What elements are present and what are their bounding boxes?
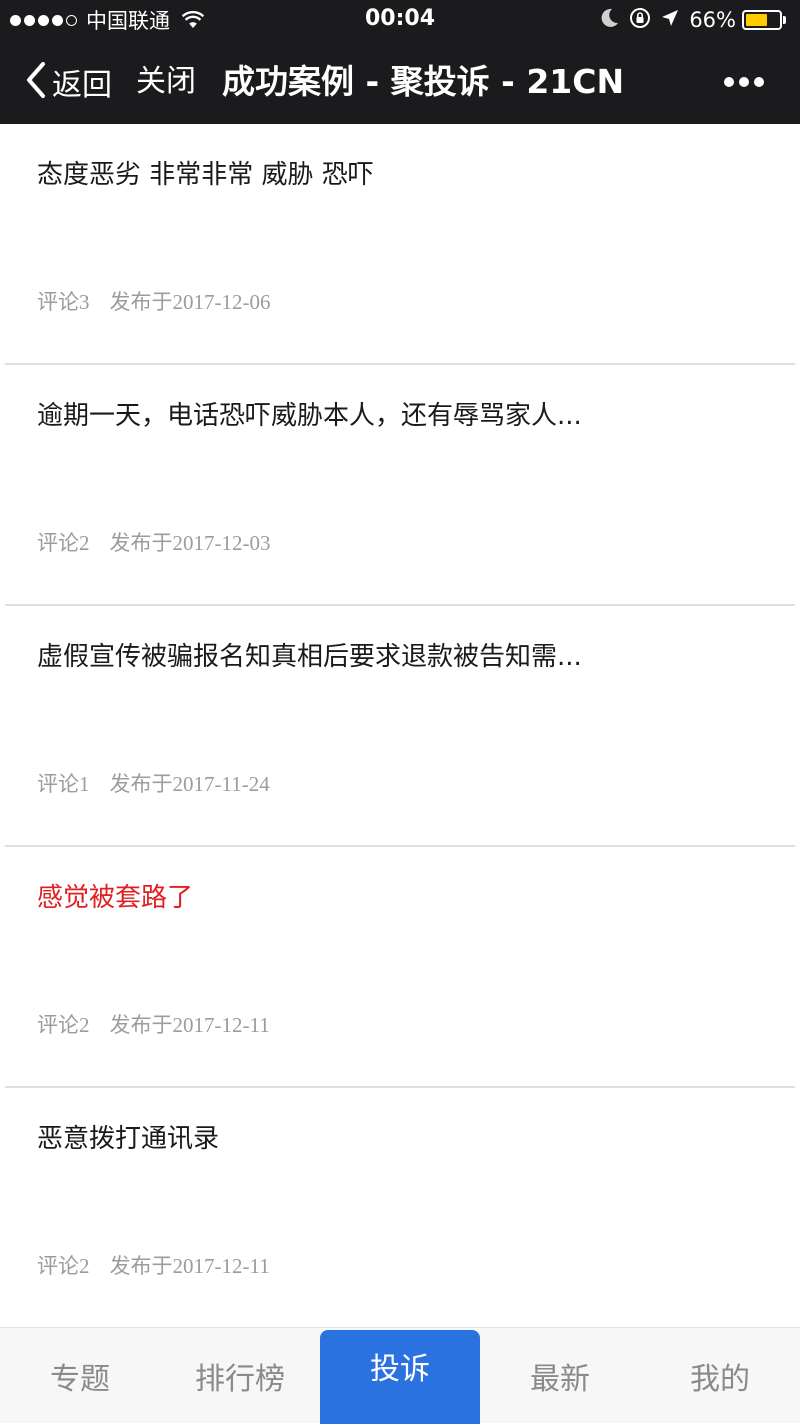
comment-count: 评论3	[37, 290, 90, 314]
battery-percentage: 66%	[689, 8, 736, 32]
case-meta: 评论1 发布于2017-11-24	[37, 768, 270, 798]
orientation-lock-icon	[629, 7, 651, 33]
do-not-disturb-moon-icon	[601, 8, 619, 32]
tab-latest[interactable]: 最新	[480, 1328, 640, 1424]
case-title: 虚假宣传被骗报名知真相后要求退款被告知需...	[37, 642, 582, 672]
back-button[interactable]: 返回	[26, 61, 112, 103]
case-list: 态度恶劣 非常非常 威胁 恐吓 评论3 发布于2017-12-06 逾期一天，电话…	[0, 124, 800, 1329]
case-meta: 评论2 发布于2017-12-03	[37, 527, 271, 557]
chevron-left-icon	[26, 61, 46, 103]
battery-terminal	[783, 16, 786, 24]
list-item[interactable]: 态度恶劣 非常非常 威胁 恐吓 评论3 发布于2017-12-06	[0, 124, 800, 365]
tab-complaints[interactable]: 投诉	[320, 1330, 480, 1424]
case-meta: 评论3 发布于2017-12-06	[37, 286, 271, 316]
bottom-tab-bar: 专题 排行榜 投诉 最新 我的	[0, 1327, 800, 1424]
case-meta: 评论2 发布于2017-12-11	[37, 1250, 270, 1280]
battery-icon	[742, 10, 782, 30]
location-arrow-icon	[661, 9, 679, 31]
comment-count: 评论2	[37, 531, 90, 555]
comment-count: 评论1	[37, 772, 90, 796]
case-title: 逾期一天，电话恐吓威胁本人，还有辱骂家人...	[37, 401, 582, 431]
tab-rankings[interactable]: 排行榜	[160, 1328, 320, 1424]
list-item[interactable]: 虚假宣传被骗报名知真相后要求退款被告知需... 评论1 发布于2017-11-24	[0, 606, 800, 847]
tab-topics[interactable]: 专题	[0, 1328, 160, 1424]
case-title: 态度恶劣 非常非常 威胁 恐吓	[37, 160, 374, 190]
publish-date: 发布于2017-12-11	[109, 1254, 270, 1278]
page-title: 成功案例 - 聚投诉 - 21CN	[222, 62, 625, 101]
status-bar: 中国联通 00:04 66%	[0, 0, 800, 40]
list-item[interactable]: 逾期一天，电话恐吓威胁本人，还有辱骂家人... 评论2 发布于2017-12-03	[0, 365, 800, 606]
battery-level	[746, 14, 768, 26]
publish-date: 发布于2017-12-11	[109, 1013, 270, 1037]
case-meta: 评论2 发布于2017-12-11	[37, 1009, 270, 1039]
tab-mine[interactable]: 我的	[640, 1328, 800, 1424]
comment-count: 评论2	[37, 1254, 90, 1278]
case-title: 恶意拨打通讯录	[37, 1124, 220, 1154]
list-item[interactable]: 恶意拨打通讯录 评论2 发布于2017-12-11	[0, 1088, 800, 1329]
nav-bar: 返回 关闭 成功案例 - 聚投诉 - 21CN	[0, 40, 800, 124]
more-options-icon[interactable]	[719, 70, 764, 94]
comment-count: 评论2	[37, 1013, 90, 1037]
status-bar-right: 66%	[591, 8, 786, 32]
case-title: 感觉被套路了	[37, 883, 194, 913]
back-label: 返回	[52, 68, 112, 103]
publish-date: 发布于2017-11-24	[109, 772, 270, 796]
publish-date: 发布于2017-12-06	[109, 290, 271, 314]
close-button[interactable]: 关闭	[136, 62, 196, 102]
publish-date: 发布于2017-12-03	[109, 531, 271, 555]
list-item[interactable]: 感觉被套路了 评论2 发布于2017-12-11	[0, 847, 800, 1088]
